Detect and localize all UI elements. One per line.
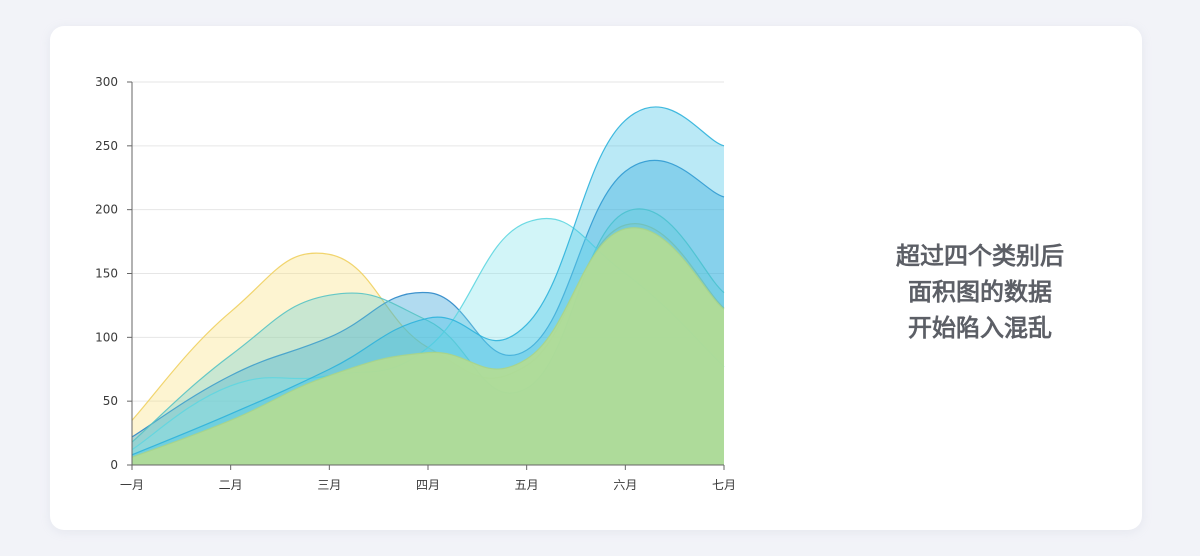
x-tick-label: 二月 bbox=[219, 478, 243, 492]
x-tick-label: 五月 bbox=[515, 478, 539, 492]
y-tick-label: 250 bbox=[95, 139, 118, 153]
y-tick-label: 200 bbox=[95, 203, 118, 217]
y-tick-label: 100 bbox=[95, 330, 118, 344]
x-tick-label: 一月 bbox=[120, 478, 144, 492]
chart-card: 0 50 100 150 200 250 300 一月 二月 三月 四月 五月 六月 七月 超过四个类别后… bbox=[50, 26, 1142, 530]
x-tick-label: 六月 bbox=[613, 478, 637, 492]
y-tick-label: 150 bbox=[95, 267, 118, 281]
x-tick-label: 三月 bbox=[317, 478, 341, 492]
series-areas bbox=[131, 106, 725, 465]
caption-line-3: 开始陷入混乱 bbox=[908, 314, 1052, 342]
y-tick-label: 0 bbox=[110, 458, 118, 472]
y-tick-label: 300 bbox=[95, 75, 118, 89]
y-tick-label: 50 bbox=[103, 394, 118, 408]
area-chart: 0 50 100 150 200 250 300 一月 二月 三月 四月 五月 六月 七月 bbox=[95, 75, 736, 492]
x-tick-label: 七月 bbox=[712, 478, 736, 492]
caption-line-1: 超过四个类别后 bbox=[896, 242, 1064, 270]
x-tick-label: 四月 bbox=[416, 478, 440, 492]
chart-caption: 超过四个类别后 面积图的数据 开始陷入混乱 bbox=[830, 238, 1130, 346]
caption-line-2: 面积图的数据 bbox=[908, 278, 1052, 306]
